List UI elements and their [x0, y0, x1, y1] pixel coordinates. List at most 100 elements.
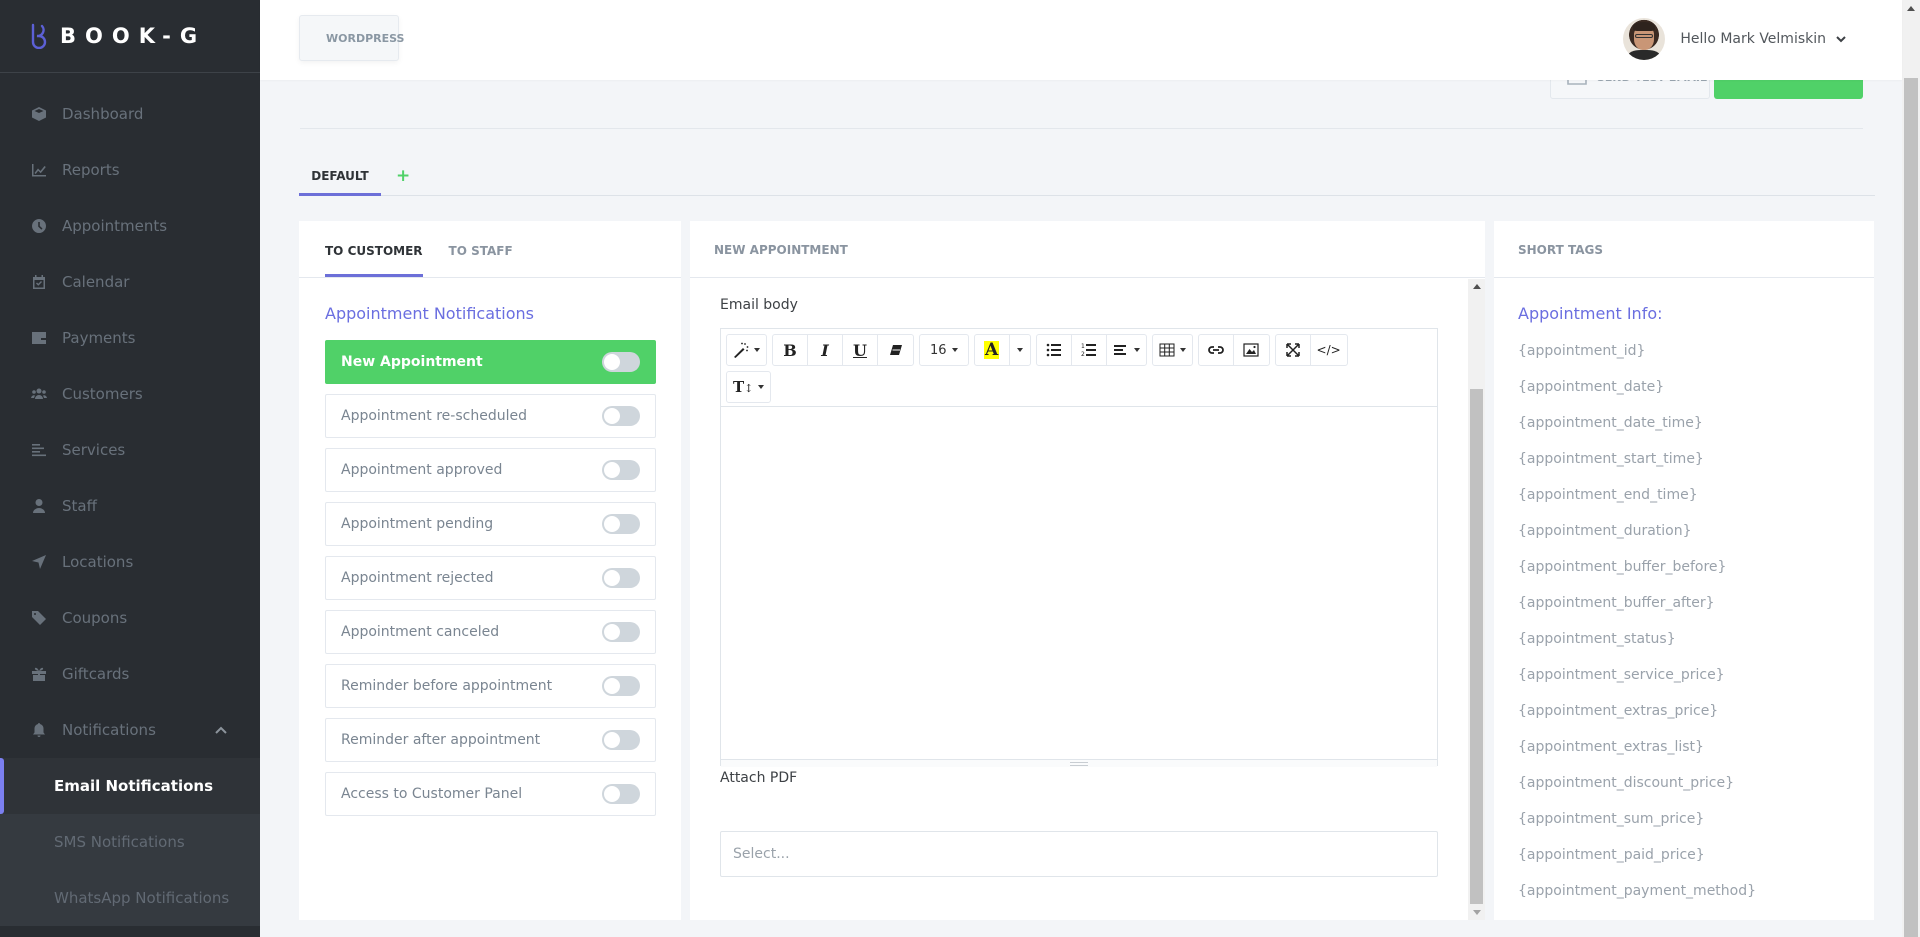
template-tabs: DEFAULT + [299, 160, 1875, 196]
panel-header: TO CUSTOMER TO STAFF [299, 221, 681, 278]
paragraph-align-dropdown[interactable] [1107, 335, 1146, 365]
short-tag-list: {appointment_id} {appointment_date} {app… [1518, 333, 1874, 920]
text-height-icon: T↕ [733, 378, 754, 396]
table-button[interactable] [1153, 335, 1192, 365]
sidebar-item-label: Coupons [62, 609, 128, 627]
align-left-icon [1113, 345, 1126, 355]
back-to-wordpress-button[interactable]: WORDPRESS [299, 15, 404, 61]
short-tag[interactable]: {appointment_id} [1518, 333, 1874, 369]
notification-item-reminder-after[interactable]: Reminder after appointment [325, 718, 656, 762]
clock-icon [31, 218, 47, 234]
font-size-dropdown[interactable]: 16 [920, 335, 968, 365]
underline-button[interactable]: U [843, 335, 878, 365]
short-tag[interactable]: {appointment_buffer_after} [1518, 585, 1874, 621]
scrollbar-thumb[interactable] [1470, 389, 1483, 904]
scroll-down-icon[interactable] [1473, 910, 1481, 915]
sidebar-item-whatsapp-notifications[interactable]: WhatsApp Notifications [0, 870, 260, 926]
notification-item-reminder-before[interactable]: Reminder before appointment [325, 664, 656, 708]
top-header: WORDPRESS Hello Mark Velmiskin [260, 0, 1902, 80]
svg-text:1: 1 [1081, 343, 1085, 350]
short-tag[interactable]: {appointment_status} [1518, 621, 1874, 657]
user-menu[interactable]: Hello Mark Velmiskin [1623, 18, 1846, 60]
notification-item-customer-panel[interactable]: Access to Customer Panel [325, 772, 656, 816]
notification-item-approved[interactable]: Appointment approved [325, 448, 656, 492]
sidebar-item-locations[interactable]: Locations [0, 534, 260, 590]
enable-toggle[interactable] [602, 730, 640, 750]
email-body-input[interactable] [721, 407, 1437, 759]
short-tag[interactable]: {appointment_sum_price} [1518, 801, 1874, 837]
short-tag[interactable]: {appointment_buffer_before} [1518, 549, 1874, 585]
sidebar-item-email-notifications[interactable]: Email Notifications [0, 758, 260, 814]
sidebar-item-coupons[interactable]: Coupons [0, 590, 260, 646]
chevron-up-icon[interactable] [214, 723, 228, 737]
bold-button[interactable]: B [773, 335, 808, 365]
short-tag[interactable]: {appointment_customer_panel_url} [1518, 909, 1874, 920]
tab-default[interactable]: DEFAULT [299, 160, 381, 196]
add-tab-button[interactable]: + [396, 166, 410, 186]
tab-to-customer[interactable]: TO CUSTOMER [325, 220, 423, 277]
short-tag[interactable]: {appointment_start_time} [1518, 441, 1874, 477]
insert-link-button[interactable] [1199, 335, 1234, 365]
sidebar-item-appointments[interactable]: Appointments [0, 198, 260, 254]
clear-format-button[interactable] [878, 335, 913, 365]
fullscreen-button[interactable] [1276, 335, 1311, 365]
sidebar-item-services[interactable]: Services [0, 422, 260, 478]
notification-item-pending[interactable]: Appointment pending [325, 502, 656, 546]
tab-to-staff[interactable]: TO STAFF [449, 220, 513, 277]
notification-item-rescheduled[interactable]: Appointment re-scheduled [325, 394, 656, 438]
enable-toggle[interactable] [602, 622, 640, 642]
notification-item-new-appointment[interactable]: New Appointment [325, 340, 656, 384]
notification-item-rejected[interactable]: Appointment rejected [325, 556, 656, 600]
sidebar-item-dashboard[interactable]: Dashboard [0, 86, 260, 142]
short-tag[interactable]: {appointment_duration} [1518, 513, 1874, 549]
code-view-button[interactable]: </> [1311, 335, 1347, 365]
enable-toggle[interactable] [602, 784, 640, 804]
enable-toggle[interactable] [602, 514, 640, 534]
user-greeting: Hello Mark Velmiskin [1680, 31, 1826, 47]
short-tag[interactable]: {appointment_extras_list} [1518, 729, 1874, 765]
sidebar-item-giftcards[interactable]: Giftcards [0, 646, 260, 702]
italic-button[interactable]: I [808, 335, 843, 365]
enable-toggle[interactable] [602, 352, 640, 372]
panel-scrollbar[interactable] [1468, 279, 1485, 920]
short-tag[interactable]: {appointment_date} [1518, 369, 1874, 405]
enable-toggle[interactable] [602, 406, 640, 426]
short-tag[interactable]: {appointment_service_price} [1518, 657, 1874, 693]
list-ul-icon [1046, 343, 1061, 357]
sidebar-item-sms-notifications[interactable]: SMS Notifications [0, 814, 260, 870]
highlight-color-button[interactable]: A [975, 335, 1010, 365]
short-tag[interactable]: {appointment_discount_price} [1518, 765, 1874, 801]
page-scrollbar[interactable] [1902, 0, 1920, 937]
sidebar-item-customers[interactable]: Customers [0, 366, 260, 422]
underline-icon: U [853, 340, 867, 360]
magic-wand-icon [734, 342, 749, 358]
brand[interactable]: BOOK-G [0, 0, 260, 73]
sidebar-item-calendar[interactable]: Calendar [0, 254, 260, 310]
scroll-up-icon[interactable] [1907, 6, 1915, 11]
scroll-up-icon[interactable] [1473, 284, 1481, 289]
editor-resize-handle[interactable] [721, 759, 1437, 767]
sidebar-item-payments[interactable]: Payments [0, 310, 260, 366]
short-tag[interactable]: {appointment_date_time} [1518, 405, 1874, 441]
scrollbar-thumb[interactable] [1904, 78, 1918, 937]
enable-toggle[interactable] [602, 460, 640, 480]
short-tag[interactable]: {appointment_extras_price} [1518, 693, 1874, 729]
sidebar-item-notifications[interactable]: Notifications [0, 702, 260, 758]
color-dropdown-button[interactable] [1010, 335, 1030, 365]
short-tag[interactable]: {appointment_payment_method} [1518, 873, 1874, 909]
panel-header: NEW APPOINTMENT [690, 221, 1485, 278]
short-tag[interactable]: {appointment_paid_price} [1518, 837, 1874, 873]
short-tag[interactable]: {appointment_end_time} [1518, 477, 1874, 513]
sidebar-item-staff[interactable]: Staff [0, 478, 260, 534]
insert-image-button[interactable] [1234, 335, 1269, 365]
enable-toggle[interactable] [602, 568, 640, 588]
line-height-dropdown[interactable]: T↕ [727, 372, 770, 402]
ordered-list-button[interactable]: 12 [1072, 335, 1107, 365]
style-magic-button[interactable] [727, 335, 766, 365]
editor-body: Email body B I U 16 A 1 2 </> T↕ Attach … [690, 279, 1468, 920]
unordered-list-button[interactable] [1037, 335, 1072, 365]
notification-item-canceled[interactable]: Appointment canceled [325, 610, 656, 654]
sidebar-item-reports[interactable]: Reports [0, 142, 260, 198]
enable-toggle[interactable] [602, 676, 640, 696]
attach-pdf-select[interactable]: Select... [720, 831, 1438, 877]
